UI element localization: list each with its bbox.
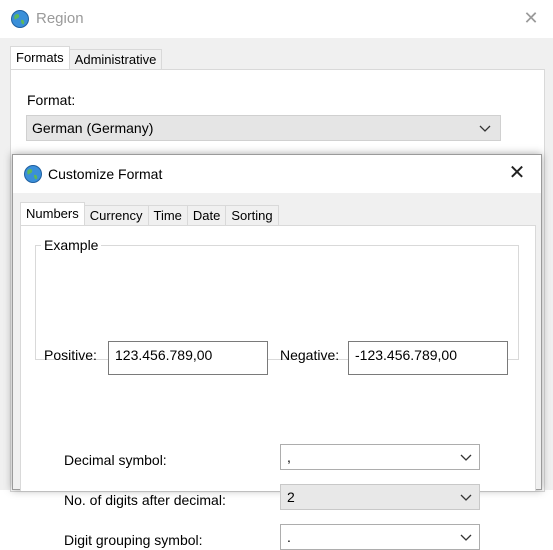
decimal-symbol-label: Decimal symbol:: [64, 452, 167, 468]
digit-grouping-symbol-label: Digit grouping symbol:: [64, 532, 203, 548]
region-title-bar: Region ✕: [0, 0, 553, 38]
chevron-down-icon: [460, 454, 472, 461]
negative-example-field: -123.456.789,00: [348, 341, 508, 375]
digit-grouping-symbol-value: .: [287, 529, 291, 545]
chevron-down-icon: [479, 125, 491, 132]
globe-icon: [11, 10, 29, 28]
customize-format-dialog: Customize Format ✕ Numbers Currency Time…: [12, 154, 542, 550]
digit-grouping-symbol-dropdown[interactable]: .: [280, 524, 480, 550]
positive-label: Positive:: [44, 347, 97, 363]
format-label: Format:: [27, 92, 76, 108]
chevron-down-icon: [460, 534, 472, 541]
tab-numbers[interactable]: Numbers: [20, 202, 85, 226]
format-dropdown-value: German (Germany): [32, 120, 154, 136]
chevron-down-icon: [460, 494, 472, 501]
region-close-button[interactable]: ✕: [521, 8, 541, 28]
digits-after-decimal-label: No. of digits after decimal:: [64, 492, 226, 508]
format-dropdown[interactable]: German (Germany): [26, 115, 501, 141]
numbers-panel: Example Positive: 123.456.789,00 Negativ…: [20, 225, 536, 550]
region-window-title: Region: [36, 10, 84, 27]
dialog-title: Customize Format: [48, 166, 163, 182]
digits-after-decimal-dropdown[interactable]: 2: [280, 484, 480, 510]
dialog-close-button[interactable]: ✕: [505, 161, 529, 185]
tab-sorting[interactable]: Sorting: [225, 205, 279, 226]
digits-after-decimal-value: 2: [287, 489, 295, 505]
globe-icon: [24, 165, 42, 183]
tab-date[interactable]: Date: [186, 205, 227, 226]
decimal-symbol-value: ,: [287, 449, 291, 465]
positive-example-field: 123.456.789,00: [108, 341, 268, 375]
dialog-title-bar: Customize Format ✕: [13, 155, 541, 193]
tab-administrative[interactable]: Administrative: [68, 49, 163, 70]
decimal-symbol-dropdown[interactable]: ,: [280, 444, 480, 470]
region-tab-strip: Formats Administrative: [10, 46, 163, 70]
tab-formats[interactable]: Formats: [10, 46, 70, 70]
dialog-tab-strip: Numbers Currency Time Date Sorting: [20, 202, 279, 226]
negative-label: Negative:: [280, 347, 340, 363]
tab-time[interactable]: Time: [147, 205, 188, 226]
tab-currency[interactable]: Currency: [83, 205, 149, 226]
example-legend: Example: [41, 237, 102, 253]
